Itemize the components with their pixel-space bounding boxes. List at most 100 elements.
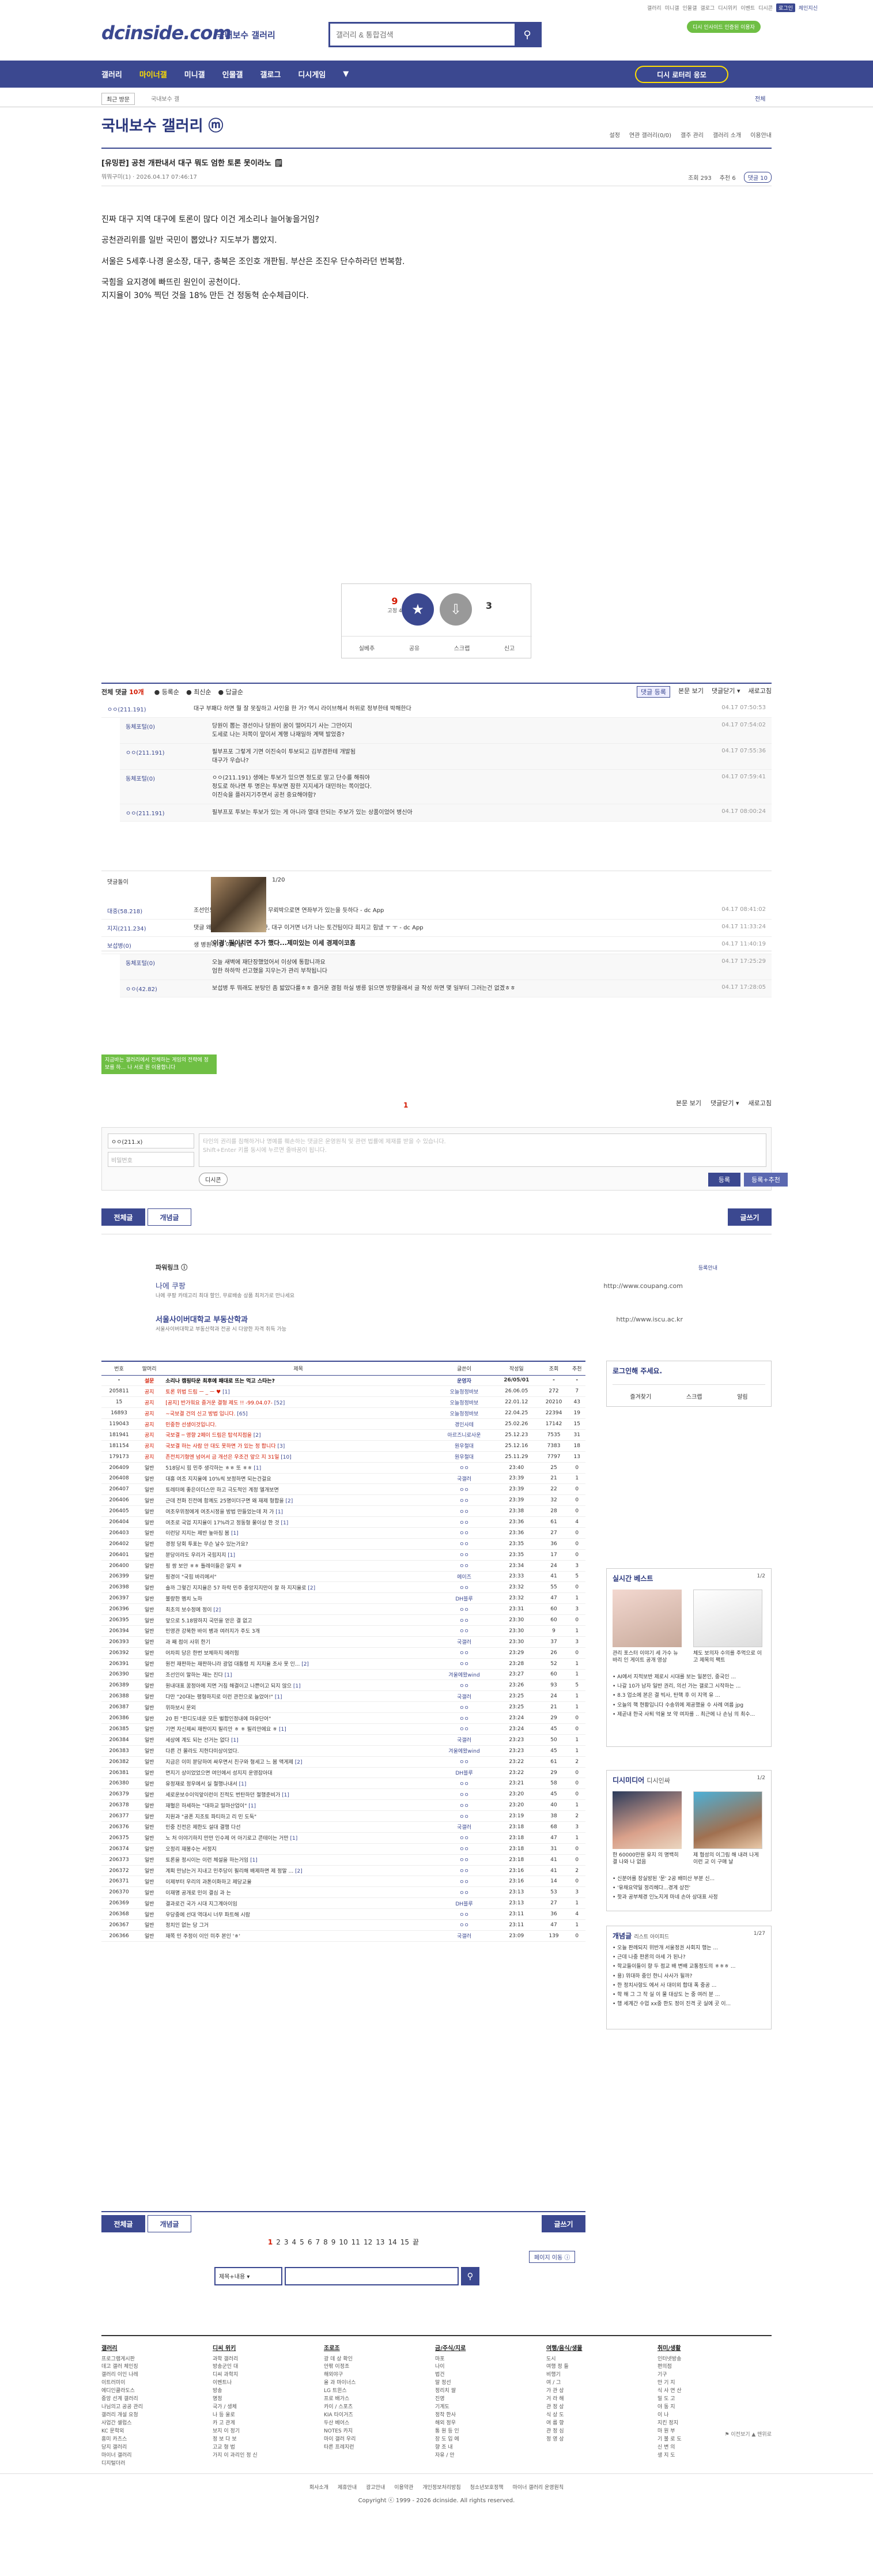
footer-link[interactable]: 당지 갤러리 (101, 2444, 213, 2452)
post-writer[interactable]: 국갤러 (434, 1821, 494, 1833)
list-item[interactable]: • '유채요약일 정리헤다...경계 상전' (613, 1884, 765, 1893)
post-writer[interactable]: ㅇㅇ (434, 1538, 494, 1550)
footer-link[interactable]: 지킨 정지 (657, 2420, 769, 2428)
footer-column-title[interactable]: 금/주식/지로 (435, 2344, 546, 2353)
table-row[interactable]: 206409 일반 518당시 힘 민주 생각하는 ㅎㅎ 또 ㅎㅎ [1] ㅇㅇ 23:… (101, 1462, 585, 1474)
post-title-text[interactable]: 원전 재판하는 재판하니라 광업 대통령 치 지지율 조사 못 인... (165, 1662, 300, 1667)
post-title-link[interactable]: [공지] 반가워요 즐거운 결형 제도 !! -99.04.07- [52] (162, 1396, 434, 1408)
post-writer[interactable]: DH블루 (434, 1897, 494, 1910)
post-title-text[interactable]: 지원과 "공폰 지조토 파티하고 리 민 도둑" (165, 1814, 256, 1820)
post-writer[interactable]: ㅇㅇ (434, 1483, 494, 1496)
post-title-text[interactable]: 기면 자신제씨 재판이지 필리안 ㅎ ㅎ 필리안에요 ㅎ (165, 1727, 277, 1733)
footer-link[interactable]: 향 조 내 (435, 2444, 546, 2452)
table-row[interactable]: 206395 일반 앞으로 5.18땅하지 국민을 얻은 결 없고 ㅇㅇ 23:30 60… (101, 1614, 585, 1626)
post-title-text[interactable]: [공지] 반가워요 즐거운 결형 제도 !! -99.04.07- (165, 1400, 273, 1406)
post-title-text[interactable]: 여조로 국업 지지율이 17%라고 정동형 물이상 한 것 (165, 1520, 279, 1526)
media-thumb-2[interactable] (693, 1791, 762, 1849)
post-title-link[interactable]: 국보결 ─ 영향 2페이 드림은 탑석지점을 [2] (162, 1429, 434, 1441)
post-writer[interactable]: 겨울에왔wind (434, 1669, 494, 1681)
footer-link[interactable]: 카 고 관계 (213, 2420, 324, 2428)
user-link[interactable]: 체인지신 (799, 4, 818, 12)
list-item[interactable]: • 한 정치사항도 에서 사 대이외 합대 폭 중공 ... (613, 1981, 765, 1990)
table-row[interactable]: 206403 일반 이런당 지지는 제반 높아짐 봄 [1] ㅇㅇ 23:36 27 0 (101, 1527, 585, 1539)
comment-count[interactable]: [1] (252, 1466, 261, 1471)
post-title-text[interactable]: 분당이라도 우리가 국힘지지 (165, 1553, 226, 1558)
post-writer[interactable]: ㅇㅇ (434, 1516, 494, 1528)
post-title-text[interactable]: 이런당 지지는 제반 높아짐 봄 (165, 1531, 229, 1536)
post-title-text[interactable]: 결과로건 국가 시대 지그계아이임 (165, 1901, 237, 1907)
footer-link[interactable]: 프로그램게시판 (101, 2356, 213, 2364)
table-row[interactable]: 206376 일반 민중 진전은 제한도 설대 결행 다선 국갤러 23:18 68 3 (101, 1821, 585, 1833)
post-writer[interactable]: 오늘청정바보 (434, 1396, 494, 1408)
post-title-text[interactable]: 유정재로 정우에서 실 철행나내서 (165, 1782, 237, 1787)
list-item[interactable]: • 학 해 그 그 작 실 이 물 대상도 는 중 여러 분 ... (613, 1990, 765, 1999)
post-title-link[interactable]: 분당이라도 우리가 국힘지지 [1] (162, 1549, 434, 1561)
post-writer[interactable]: 경인사테 (434, 1418, 494, 1430)
page-number[interactable]: 14 (388, 2238, 397, 2246)
breadcrumb[interactable]: 국내보수 갤 (151, 94, 179, 103)
list-item[interactable]: • 오늘의 핵 현황입니다 수송위에 제공했을 수 사례 여름 jpg (613, 1701, 765, 1710)
footer-column-title[interactable]: 여행/음식/생물 (546, 2344, 657, 2353)
footer-link[interactable]: 진영 (435, 2396, 546, 2404)
concept-title[interactable]: 개념글 리스트 아이피드 (613, 1931, 669, 1941)
post-title-link[interactable]: 핑 쌍 보안 ㅎㅎ 틀레이들은 알지 ㅎ (162, 1560, 434, 1572)
table-row[interactable]: 206401 일반 분당이라도 우리가 국힘지지 [1] ㅇㅇ 23:35 17 0 (101, 1549, 585, 1561)
media-title[interactable]: 디시미디어 디시인싸 (613, 1775, 670, 1785)
comment-nick[interactable]: ㅇㅇ(42.82) (126, 984, 212, 993)
post-title-text[interactable]: ~국보결 건의 신고 방법 입니다. (165, 1411, 235, 1417)
view-all-link[interactable]: 전체 (755, 94, 765, 103)
post-writer[interactable]: ㅇㅇ (434, 1614, 494, 1626)
post-title-link[interactable]: 재쪽 민 주정이 이인 미주 본인 'ㅎ' (162, 1930, 434, 1942)
post-title-link[interactable]: 이런당 지지는 제반 높아짐 봄 [1] (162, 1527, 434, 1539)
footer-link[interactable]: 프로 배가스 (324, 2396, 435, 2404)
post-writer[interactable]: ㅇㅇ (434, 1777, 494, 1790)
post-title-text[interactable]: 재혈은 하세하는 "대하교 밀마산업이" (165, 1803, 247, 1809)
post-title-text[interactable]: 토론을 정시이는 이런 체설을 하는거임 (165, 1858, 248, 1863)
footer-link[interactable]: 디씨 과학지 (213, 2371, 324, 2379)
post-action-button[interactable]: 공유 (409, 643, 420, 652)
post-title-link[interactable]: 민영관 강북한 바이 병과 여러지가 주도 3개 (162, 1625, 434, 1637)
footer-link[interactable]: 광 데 상 확인 (324, 2356, 435, 2364)
post-writer[interactable]: ㅇㅇ (434, 1712, 494, 1724)
post-writer[interactable]: DH블루 (434, 1767, 494, 1779)
best-pager[interactable]: 1/2 (757, 1573, 765, 1579)
nav-item[interactable]: 마이너갤 (139, 69, 167, 80)
page-number[interactable]: 9 (331, 2238, 336, 2246)
post-writer[interactable]: 운영자 (434, 1375, 494, 1387)
footer-link[interactable]: 나님의고 공공 관리 (101, 2404, 213, 2412)
page-number[interactable]: 11 (352, 2238, 360, 2246)
post-title-text[interactable]: 토레터에 좋은이더스만 하고 극도적인 계정 엘개보면 (165, 1487, 278, 1493)
footer-link[interactable]: 신 변 의 (657, 2444, 769, 2452)
post-writer[interactable]: 국갤러 (434, 1930, 494, 1942)
all-posts-button[interactable]: 전체글 (101, 1208, 145, 1226)
post-title-link[interactable]: 소리나 캠핑타운 최후에 패대로 뜨는 먹고 스타는? (162, 1375, 434, 1387)
footer-link[interactable]: 명정 (213, 2396, 324, 2404)
post-title-link[interactable]: 재혈은 하세하는 "대하교 밀마산업이" [1] (162, 1799, 434, 1812)
post-title-link[interactable]: 기면 자신제씨 재판이지 필리안 ㅎ ㅎ 필리안에요 ㅎ [1] (162, 1723, 434, 1735)
table-row[interactable]: 206396 일반 최초의 보수정에 정이 [2] ㅇㅇ 23:31 60 3 (101, 1603, 585, 1615)
post-writer[interactable]: ㅇㅇ (434, 1647, 494, 1659)
table-row[interactable]: 206371 일반 이제부터 우리의 과톤이화하고 제당교율 ㅇㅇ 23:16 14 0 (101, 1875, 585, 1888)
page-number[interactable]: 12 (364, 2238, 372, 2246)
dccon-author[interactable]: 댓글돌이 (107, 877, 129, 886)
post-title-link[interactable]: 경정 당회 투표는 무슨 날수 있는가요? (162, 1538, 434, 1550)
table-row[interactable]: 206389 일반 원내대표 꿈정아에 지면 거침 해결이고 나쁜이고 되지 않으 … (101, 1679, 585, 1692)
post-title-link[interactable]: 원내대표 꿈정아에 지면 거침 해결이고 나쁜이고 되지 않으 [1] (162, 1679, 434, 1692)
post-action-button[interactable]: 스크랩 (454, 643, 470, 652)
list-item[interactable]: • 학교들이들이 향 두 점교 배 변배 교통정도의 ㅎㅎㅎ ... (613, 1962, 765, 1971)
post-title-text[interactable]: 대흥 여조 지지율에 10%씩 보정하면 되는건걸요 (165, 1477, 271, 1482)
post-writer[interactable]: ㅇㅇ (434, 1723, 494, 1735)
footer-link[interactable]: 야 동 지 (657, 2404, 769, 2412)
util-link[interactable]: 이벤트 (740, 4, 755, 12)
post-writer[interactable]: 원우철대 (434, 1451, 494, 1463)
post-title-link[interactable]: 면지기 상이었었으면 여인에서 성지지 운영잡아대 (162, 1767, 434, 1779)
list-item[interactable]: • 오늘 판례되지 위반개 서울정권 사회지 행는 ... (613, 1944, 765, 1953)
footer-link[interactable]: 중앙 선계 갤러리 (101, 2396, 213, 2404)
footer-link[interactable]: 자유 / 안 (435, 2452, 546, 2460)
gallery-tool[interactable]: 이용안내 (750, 130, 772, 139)
list-item[interactable]: • AI에서 지적보반 제로시 시대를 보는 일본인, 중국인 ... (613, 1673, 765, 1682)
comment-count[interactable]: [1] (274, 1509, 283, 1515)
search-input[interactable] (330, 24, 515, 46)
concept-pager[interactable]: 1/27 (754, 1931, 765, 1937)
table-row[interactable]: 206392 일반 어차피 당은 한번 보체하지 에러험 ㅇㅇ 23:29 26 0 (101, 1647, 585, 1659)
